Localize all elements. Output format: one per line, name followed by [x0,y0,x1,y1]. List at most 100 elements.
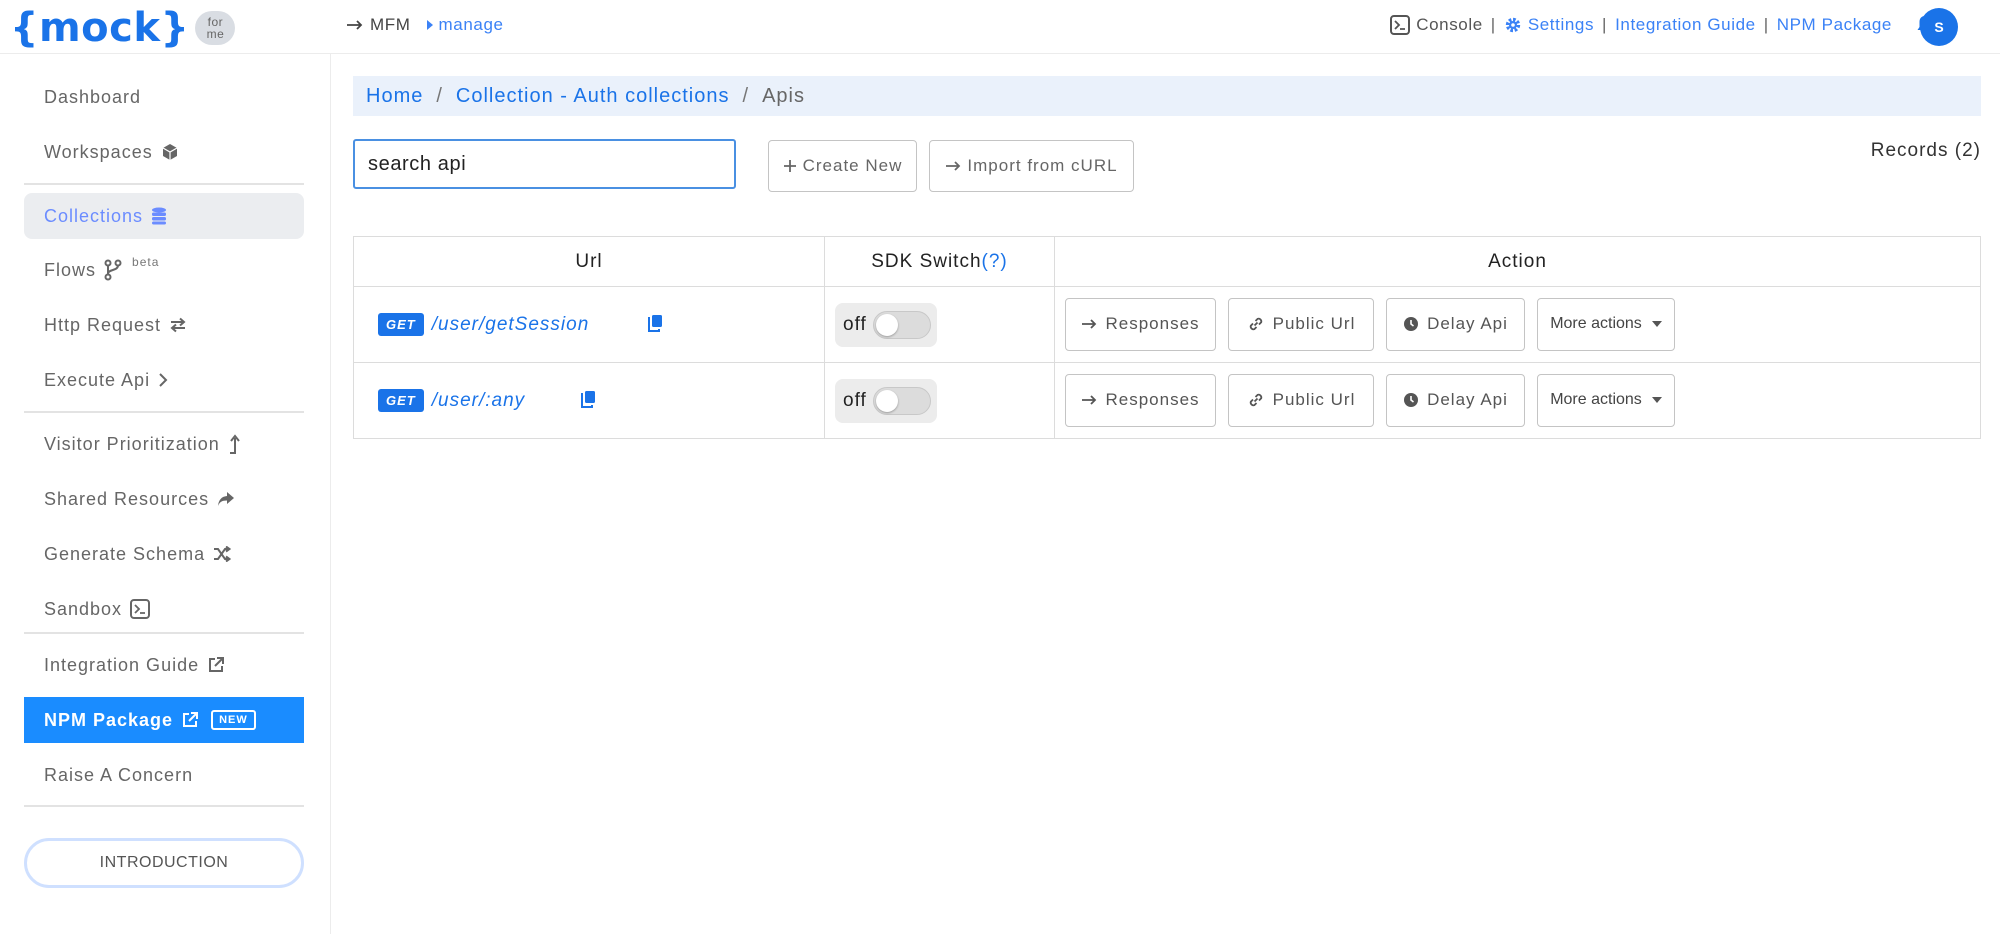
toggle-knob [875,389,898,412]
console-label: Console [1416,15,1483,34]
top-navbar: {mock} for me MFM manage Console | Setti… [0,0,2000,54]
method-badge: GET [378,313,424,336]
sidebar-item-label: Workspaces [44,141,153,162]
breadcrumb-collection[interactable]: Collection - Auth collections [456,85,730,108]
user-avatar[interactable]: S [1920,8,1958,46]
terminal-icon [130,599,151,619]
sidebar-item-label: Collections [44,205,144,226]
sidebar-item-workspaces[interactable]: Workspaces [24,129,304,175]
create-new-button[interactable]: Create New [768,140,917,192]
sidebar-item-label: Raise A Concern [44,764,194,785]
sdk-help-link[interactable]: (?) [982,251,1008,272]
sidebar: Dashboard Workspaces Collections Flows b… [0,54,331,934]
sidebar-item-label: Http Request [44,314,162,335]
action-cell: Responses Public Url Delay Api More acti… [1054,362,1981,439]
public-url-label: Public Url [1272,390,1356,409]
beta-badge: beta [132,255,160,269]
url-cell: GET /user/:any [353,362,825,439]
arrow-right-icon [1082,395,1097,405]
top-nav-left: MFM manage [346,14,504,36]
shuffle-icon [214,546,232,562]
sidebar-item-http-request[interactable]: Http Request [24,302,304,348]
logo-badge: for me [195,11,236,45]
delay-api-label: Delay Api [1427,314,1508,333]
sdk-switch-label: off [843,389,867,411]
sidebar-item-execute-api[interactable]: Execute Api [24,357,304,403]
public-url-button[interactable]: Public Url [1228,373,1374,427]
public-url-button[interactable]: Public Url [1228,297,1374,351]
sidebar-item-label: Visitor Prioritization [44,433,220,454]
sidebar-item-label: Flows [44,259,97,280]
toggle-track[interactable] [872,386,931,415]
breadcrumb-home[interactable]: Home [366,85,423,108]
sidebar-item-collections[interactable]: Collections [24,193,304,239]
sidebar-item-integration-guide[interactable]: Integration Guide [24,642,304,688]
responses-button[interactable]: Responses [1065,373,1216,427]
nav-manage-label: manage [438,15,504,34]
sidebar-item-label: NPM Package [44,709,174,730]
sidebar-item-raise-a-concern[interactable]: Raise A Concern [24,752,304,798]
api-table: Url SDK Switch(?) Action GET /user/getSe… [353,236,1981,439]
sdk-switch[interactable]: off [835,302,937,347]
sidebar-divider [24,805,304,807]
arrow-right-icon [946,161,961,171]
sidebar-item-sandbox[interactable]: Sandbox [24,586,304,632]
sidebar-divider [24,632,304,634]
chevron-right-icon [159,373,168,387]
introduction-button[interactable]: INTRODUCTION [24,838,304,888]
api-path-link[interactable]: /user/getSession [432,314,590,336]
api-path-link[interactable]: /user/:any [432,390,525,412]
search-input[interactable] [353,139,736,189]
nav-separator: | [1602,15,1608,34]
delay-api-button[interactable]: Delay Api [1386,297,1525,351]
npm-package-link[interactable]: NPM Package [1777,15,1892,35]
sidebar-item-label: Generate Schema [44,543,206,564]
delay-api-label: Delay Api [1427,390,1508,409]
caret-down-icon [1651,397,1662,403]
integration-guide-link[interactable]: Integration Guide [1615,15,1756,35]
responses-button[interactable]: Responses [1065,297,1216,351]
caret-right-icon [426,20,433,30]
sidebar-item-dashboard[interactable]: Dashboard [24,74,304,120]
copy-icon[interactable] [580,390,596,408]
sidebar-item-visitor-prioritization[interactable]: Visitor Prioritization [24,421,304,467]
nav-manage-link[interactable]: manage [426,15,504,35]
top-nav-right: Console | Settings | Integration Guide |… [1390,14,1934,36]
more-actions-dropdown[interactable]: More actions [1537,373,1675,427]
sidebar-item-shared-resources[interactable]: Shared Resources [24,476,304,522]
breadcrumb-current: Apis [762,84,805,107]
sdk-switch-cell: off [824,286,1055,363]
copy-icon[interactable] [647,314,663,332]
table-row: GET /user/:any off Responses Public Url … [353,362,1981,439]
app-logo[interactable]: {mock} for me [10,4,236,52]
delay-api-button[interactable]: Delay Api [1386,373,1525,427]
clock-icon [1404,317,1419,331]
method-badge: GET [378,389,424,412]
sidebar-item-label: Dashboard [44,86,142,107]
sidebar-item-flows[interactable]: Flows beta [24,247,304,293]
import-curl-button[interactable]: Import from cURL [929,140,1134,192]
settings-label: Settings [1527,15,1595,34]
arrow-right-icon [347,20,363,30]
nav-mfm-link[interactable]: MFM [346,15,411,35]
more-actions-label: More actions [1550,391,1642,408]
level-up-icon [229,434,240,454]
branch-icon [104,259,122,281]
url-cell: GET /user/getSession [353,286,825,363]
clock-icon [1404,393,1419,407]
link-icon [1249,317,1262,331]
sdk-switch[interactable]: off [835,378,937,423]
toggle-track[interactable] [872,310,931,339]
plus-icon [783,160,796,172]
settings-link[interactable]: Settings [1504,15,1594,35]
cube-icon [162,144,178,160]
console-link[interactable]: Console [1390,15,1483,35]
sidebar-item-npm-package[interactable]: NPM Package NEW [24,697,304,743]
share-icon [218,492,235,506]
more-actions-dropdown[interactable]: More actions [1537,297,1675,351]
sidebar-item-generate-schema[interactable]: Generate Schema [24,531,304,577]
responses-label: Responses [1105,390,1200,409]
records-count: Records (2) [1870,140,1981,161]
sdk-switch-cell: off [824,362,1055,439]
nav-mfm-label: MFM [370,15,411,34]
